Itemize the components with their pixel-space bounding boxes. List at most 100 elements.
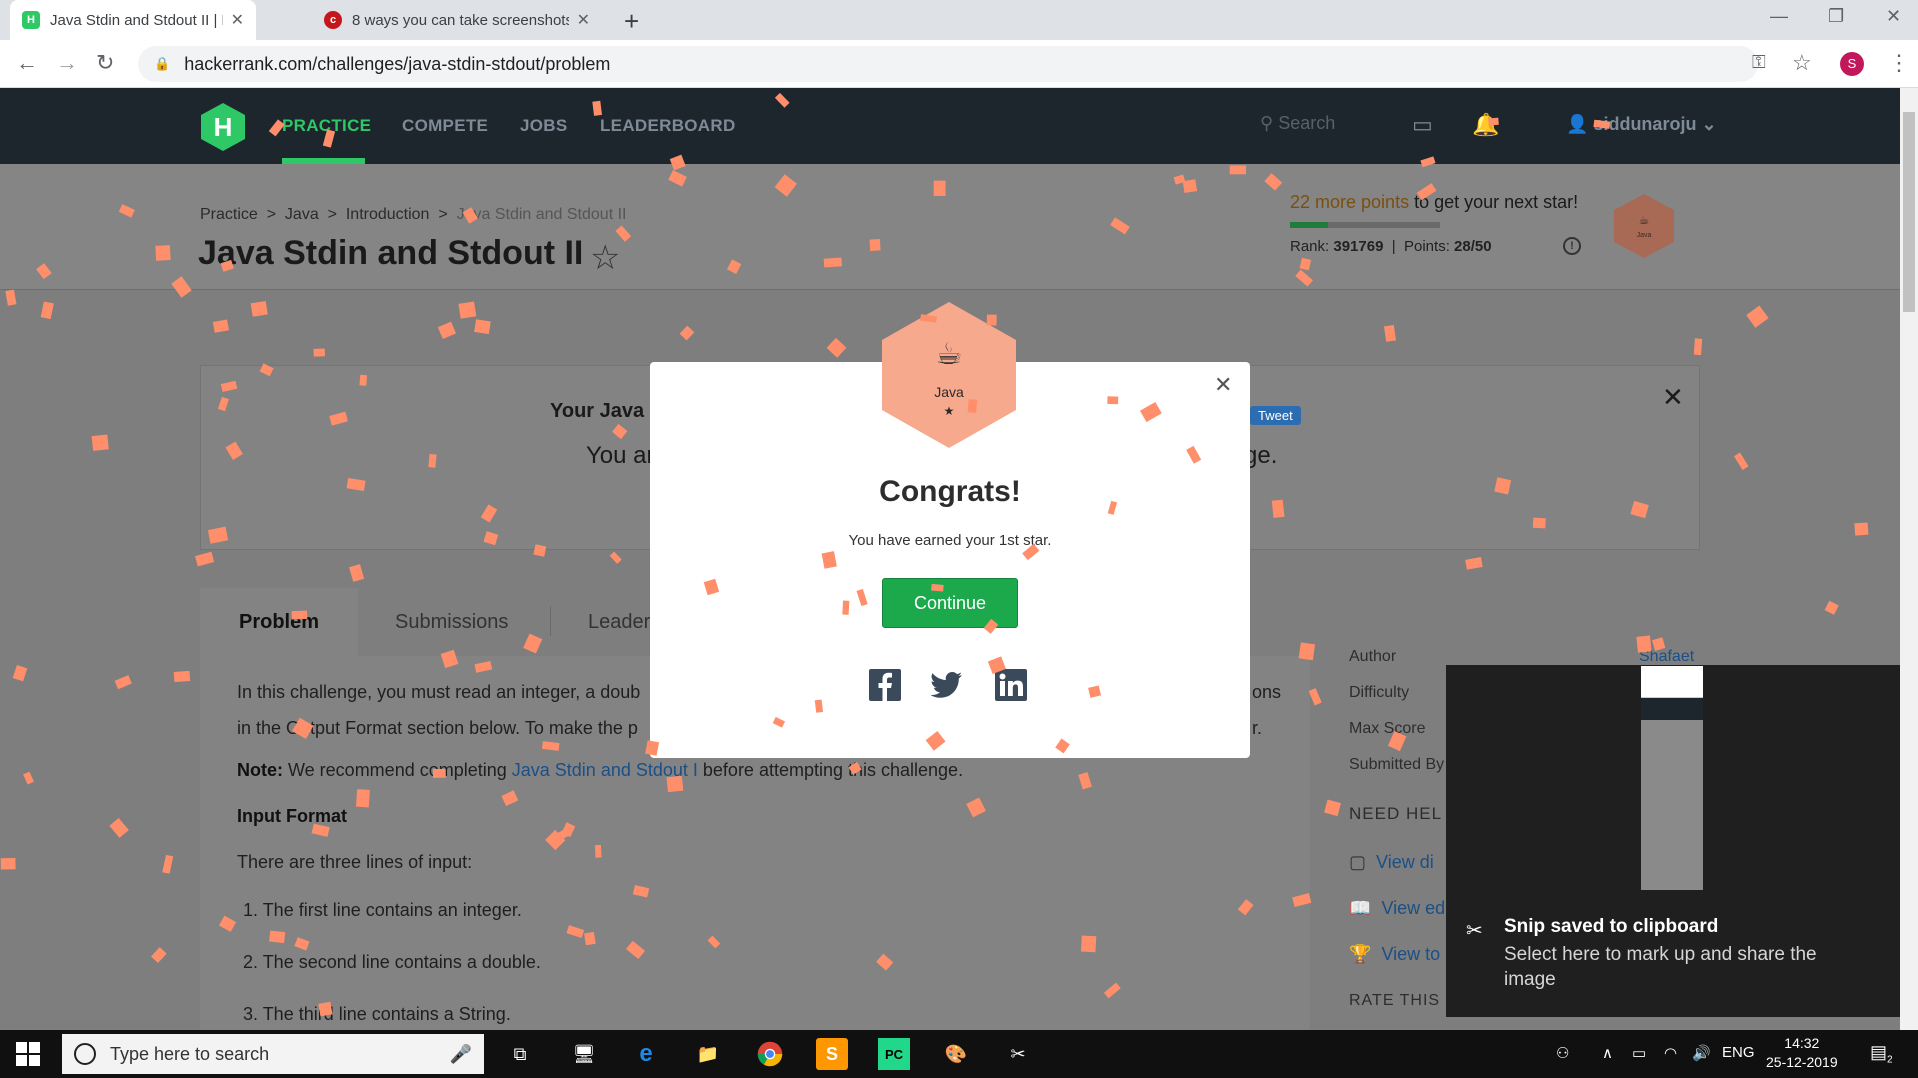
view-discussions-link[interactable]: ▢ View di: [1349, 852, 1434, 873]
view-editorial-link[interactable]: 📖 View ed: [1349, 898, 1445, 919]
author-link[interactable]: Shafaet: [1639, 648, 1694, 666]
profile-avatar[interactable]: S: [1840, 52, 1864, 76]
tab-problem[interactable]: Problem: [200, 588, 358, 656]
paint-app-icon[interactable]: 🎨: [940, 1038, 972, 1070]
taskbar-clock[interactable]: 14:32 25-12-2019: [1766, 1034, 1838, 1072]
tab-title: 8 ways you can take screenshots: [352, 11, 569, 29]
badge-label: Java: [934, 384, 964, 400]
key-icon[interactable]: ⚿: [1752, 52, 1766, 73]
browser-tab-hackerrank[interactable]: H Java Stdin and Stdout II | HackerRank …: [10, 0, 256, 40]
banner-close-icon[interactable]: ✕: [1662, 382, 1684, 413]
windows-start-icon[interactable]: [14, 1040, 42, 1068]
modal-close-icon[interactable]: ✕: [1214, 372, 1232, 398]
banner-title: Your Java: [550, 400, 645, 422]
windows-taskbar: Type here to search 🎤 ⧉ 🖥 e 📁 S PC 🎨 ✂ ⚇…: [0, 1030, 1918, 1078]
linkedin-icon[interactable]: [994, 668, 1028, 702]
nav-leaderboard[interactable]: LEADERBOARD: [600, 116, 736, 136]
badge-label: Java: [1637, 232, 1652, 239]
continue-button[interactable]: Continue: [882, 578, 1018, 628]
star-progress-bar: [1290, 222, 1440, 228]
snip-thumbnail[interactable]: [1641, 666, 1703, 890]
restore-icon[interactable]: ❐: [1828, 6, 1844, 27]
notifications-bell-icon[interactable]: 🔔: [1472, 112, 1499, 138]
nav-jobs[interactable]: JOBS: [520, 116, 568, 136]
book-icon: 📖: [1349, 898, 1372, 918]
menu-dots-icon[interactable]: ⋮: [1888, 50, 1910, 76]
address-bar[interactable]: 🔒 hackerrank.com/challenges/java-stdin-s…: [138, 46, 1758, 82]
tweet-button[interactable]: Tweet: [1250, 406, 1301, 425]
show-hidden-icons-chevron-icon[interactable]: ∧: [1602, 1044, 1613, 1062]
modal-message: You have earned your 1st star.: [848, 532, 1052, 549]
chevron-down-icon: ⌄: [1701, 114, 1717, 134]
view-top-submissions-link[interactable]: 🏆 View to: [1349, 944, 1440, 965]
nav-compete[interactable]: COMPETE: [402, 116, 488, 136]
rank-label: Rank:: [1290, 238, 1330, 255]
author-label: Author: [1349, 648, 1397, 665]
explorer-app-icon[interactable]: 🖥: [568, 1038, 600, 1070]
taskbar-search[interactable]: Type here to search 🎤: [62, 1034, 484, 1074]
tab-leaderboard[interactable]: Leader: [588, 588, 650, 656]
volume-icon[interactable]: 🔊: [1692, 1044, 1711, 1062]
wifi-icon[interactable]: ◠: [1664, 1044, 1677, 1062]
thumb-navbar: [1641, 698, 1703, 720]
svg-text:☕: ☕: [1639, 213, 1650, 227]
java-badge-icon[interactable]: ☕ Java: [1612, 192, 1676, 260]
chrome-icon[interactable]: [754, 1038, 786, 1070]
back-arrow-icon[interactable]: ←: [16, 50, 38, 76]
browser-tab-cnet[interactable]: c 8 ways you can take screenshots ✕: [312, 0, 602, 40]
view-editorial-label: View ed: [1381, 898, 1446, 918]
user-menu[interactable]: 👤 siddunaroju ⌄: [1566, 114, 1717, 135]
messages-icon[interactable]: ▭: [1412, 112, 1433, 138]
battery-icon[interactable]: ▭: [1632, 1044, 1646, 1062]
edge-browser-icon[interactable]: e: [630, 1038, 662, 1070]
snip-sketch-app-icon[interactable]: ✂: [1002, 1038, 1034, 1070]
task-view-icon[interactable]: ⧉: [504, 1038, 536, 1070]
star-progress-fill: [1290, 222, 1328, 228]
breadcrumb-practice[interactable]: Practice: [200, 206, 258, 223]
search-box[interactable]: ⚲ Search: [1260, 113, 1335, 134]
pycharm-icon[interactable]: PC: [878, 1038, 910, 1070]
file-explorer-icon[interactable]: 📁: [692, 1038, 724, 1070]
close-tab-icon[interactable]: ✕: [577, 10, 590, 30]
toast-title: Snip saved to clipboard: [1504, 916, 1719, 937]
twitter-icon[interactable]: [930, 668, 964, 702]
bookmark-star-icon[interactable]: ☆: [1792, 50, 1812, 76]
java-stdin-stdout-link[interactable]: Java Stdin and Stdout I: [512, 760, 698, 780]
tab-submissions[interactable]: Submissions: [395, 588, 508, 656]
window-close-icon[interactable]: ✕: [1886, 6, 1901, 27]
people-icon[interactable]: ⚇: [1556, 1044, 1569, 1062]
note-pre: We recommend completing: [283, 760, 512, 780]
points-value: 28/50: [1454, 238, 1492, 255]
points-label: Points:: [1404, 238, 1450, 255]
tab-title: Java Stdin and Stdout II | HackerRank: [50, 11, 223, 29]
breadcrumb-introduction[interactable]: Introduction: [346, 206, 430, 223]
java-star-badge-icon: ☕: [882, 302, 1016, 448]
new-tab-plus-icon[interactable]: +: [624, 6, 639, 37]
scrollbar-thumb[interactable]: [1903, 112, 1915, 312]
breadcrumb-java[interactable]: Java: [285, 206, 319, 223]
discussions-icon: ▢: [1349, 852, 1367, 872]
hackerrank-logo-icon[interactable]: H: [200, 102, 246, 152]
facebook-icon[interactable]: [868, 668, 902, 702]
reload-icon[interactable]: ↻: [96, 50, 114, 76]
toast-message: Select here to mark up and share the ima…: [1504, 944, 1817, 990]
problem-line-2-right: r.: [1252, 718, 1263, 738]
minimize-icon[interactable]: —: [1770, 6, 1788, 27]
action-center-icon[interactable]: ▤2: [1870, 1042, 1893, 1066]
svg-text:☕: ☕: [936, 337, 963, 372]
sublime-text-icon[interactable]: S: [816, 1038, 848, 1070]
forward-arrow-icon[interactable]: →: [56, 50, 78, 76]
bookmark-star-icon[interactable]: ☆: [590, 238, 620, 278]
microphone-icon[interactable]: 🎤: [450, 1044, 472, 1065]
username: siddunaroju: [1593, 114, 1697, 134]
points-needed: 22 more points: [1290, 192, 1410, 212]
svg-text:H: H: [214, 112, 233, 142]
info-icon[interactable]: !: [1563, 237, 1581, 255]
language-indicator[interactable]: ENG: [1722, 1044, 1755, 1061]
submitted-by-label: Submitted By: [1349, 756, 1445, 773]
max-score-label: Max Score: [1349, 720, 1426, 737]
nav-practice[interactable]: PRACTICE: [282, 116, 371, 136]
close-tab-icon[interactable]: ✕: [231, 10, 244, 30]
list-item: 2. The second line contains a double.: [243, 952, 541, 972]
page-title: Java Stdin and Stdout II: [198, 234, 584, 272]
